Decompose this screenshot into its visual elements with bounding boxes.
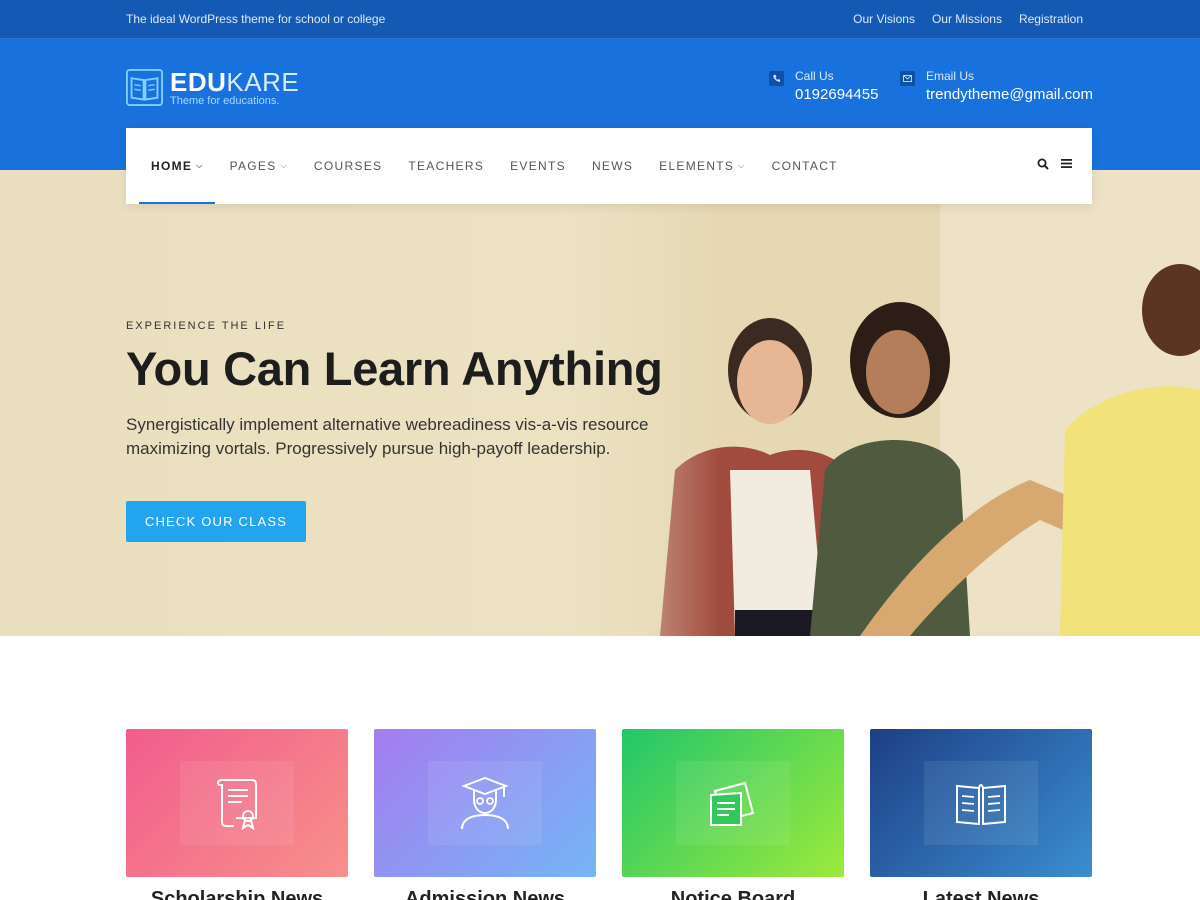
nav-label-pages: PAGES [229, 159, 277, 173]
nav-item-news[interactable]: NEWS [592, 128, 633, 204]
phone-label: Call Us [795, 69, 834, 83]
site-logo[interactable]: EDUKARE Theme for educations. [126, 68, 299, 107]
active-nav-underline [139, 202, 215, 204]
nav-label-news: NEWS [591, 159, 634, 173]
card-notice-board[interactable] [622, 729, 844, 877]
hero-title: You Can Learn Anything [126, 342, 663, 395]
feature-cards [126, 729, 1092, 877]
hero-banner: EXPERIENCE THE LIFE You Can Learn Anythi… [0, 170, 1200, 636]
logo-light: KARE [226, 67, 300, 97]
card-titles: Scholarship News Admission News Notice B… [126, 888, 1092, 900]
nav-label-courses: COURSES [313, 159, 383, 173]
top-link-visions[interactable]: Our Visions [853, 12, 915, 26]
search-icon[interactable] [1037, 158, 1049, 170]
hero-kicker: EXPERIENCE THE LIFE [126, 320, 287, 332]
nav-item-teachers[interactable]: TEACHERS [408, 128, 484, 204]
chevron-down-icon: ⌵ [738, 161, 746, 170]
nav-label-contact: CONTACT [771, 159, 838, 173]
envelope-icon [900, 71, 915, 86]
site-tagline: The ideal WordPress theme for school or … [126, 12, 386, 26]
email-address[interactable]: trendytheme@gmail.com [926, 86, 1093, 103]
card-title-latest-news[interactable]: Latest News [870, 888, 1092, 900]
nav-tools [1037, 158, 1072, 170]
nav-item-contact[interactable]: CONTACT [772, 128, 838, 204]
contact-phone: Call Us 0192694455 [769, 69, 878, 103]
contact-email: Email Us trendytheme@gmail.com [900, 69, 1093, 103]
card-admission[interactable] [374, 729, 596, 877]
top-link-missions[interactable]: Our Missions [932, 12, 1002, 26]
students-photo [560, 170, 1200, 636]
nav-item-pages[interactable]: PAGES ⌵ [230, 128, 288, 204]
phone-number[interactable]: 0192694455 [795, 86, 878, 103]
card-title-admission[interactable]: Admission News [374, 888, 596, 900]
logo-wordmark: EDUKARE [170, 68, 299, 96]
card-latest-news[interactable] [870, 729, 1092, 877]
top-bar: The ideal WordPress theme for school or … [0, 0, 1200, 39]
chevron-down-icon: ⌵ [196, 161, 204, 170]
nav-label-elements: ELEMENTS [659, 159, 735, 173]
chevron-down-icon: ⌵ [280, 161, 288, 170]
nav-item-events[interactable]: EVENTS [510, 128, 566, 204]
nav-label-teachers: TEACHERS [408, 159, 485, 173]
hero-description: Synergistically implement alternative we… [126, 415, 649, 458]
hamburger-menu-icon[interactable] [1061, 158, 1072, 169]
email-label: Email Us [926, 69, 975, 83]
nav-item-elements[interactable]: ELEMENTS ⌵ [659, 128, 745, 204]
card-title-notice-board[interactable]: Notice Board [622, 888, 844, 900]
book-icon [956, 784, 1006, 826]
certificate-icon [217, 779, 257, 830]
card-title-scholarship[interactable]: Scholarship News [126, 888, 348, 900]
nav-item-home[interactable]: HOME ⌵ [151, 128, 204, 204]
graduate-icon [461, 776, 509, 830]
logo-bold: EDU [170, 67, 227, 97]
notice-board-icon [710, 781, 755, 826]
open-book-logo-icon [126, 69, 163, 106]
top-links: Our Visions Our Missions Registration [853, 12, 1083, 26]
card-scholarship[interactable] [126, 729, 348, 877]
nav-label-home: HOME [151, 159, 193, 173]
nav-item-courses[interactable]: COURSES [314, 128, 382, 204]
nav-label-events: EVENTS [510, 159, 566, 173]
phone-icon [769, 71, 784, 86]
main-nav: HOME ⌵ PAGES ⌵ COURSES TEACHERS EVENTS NEW… [126, 128, 1092, 204]
top-link-registration[interactable]: Registration [1019, 12, 1083, 26]
check-our-class-button[interactable]: CHECK OUR CLASS [126, 501, 306, 542]
